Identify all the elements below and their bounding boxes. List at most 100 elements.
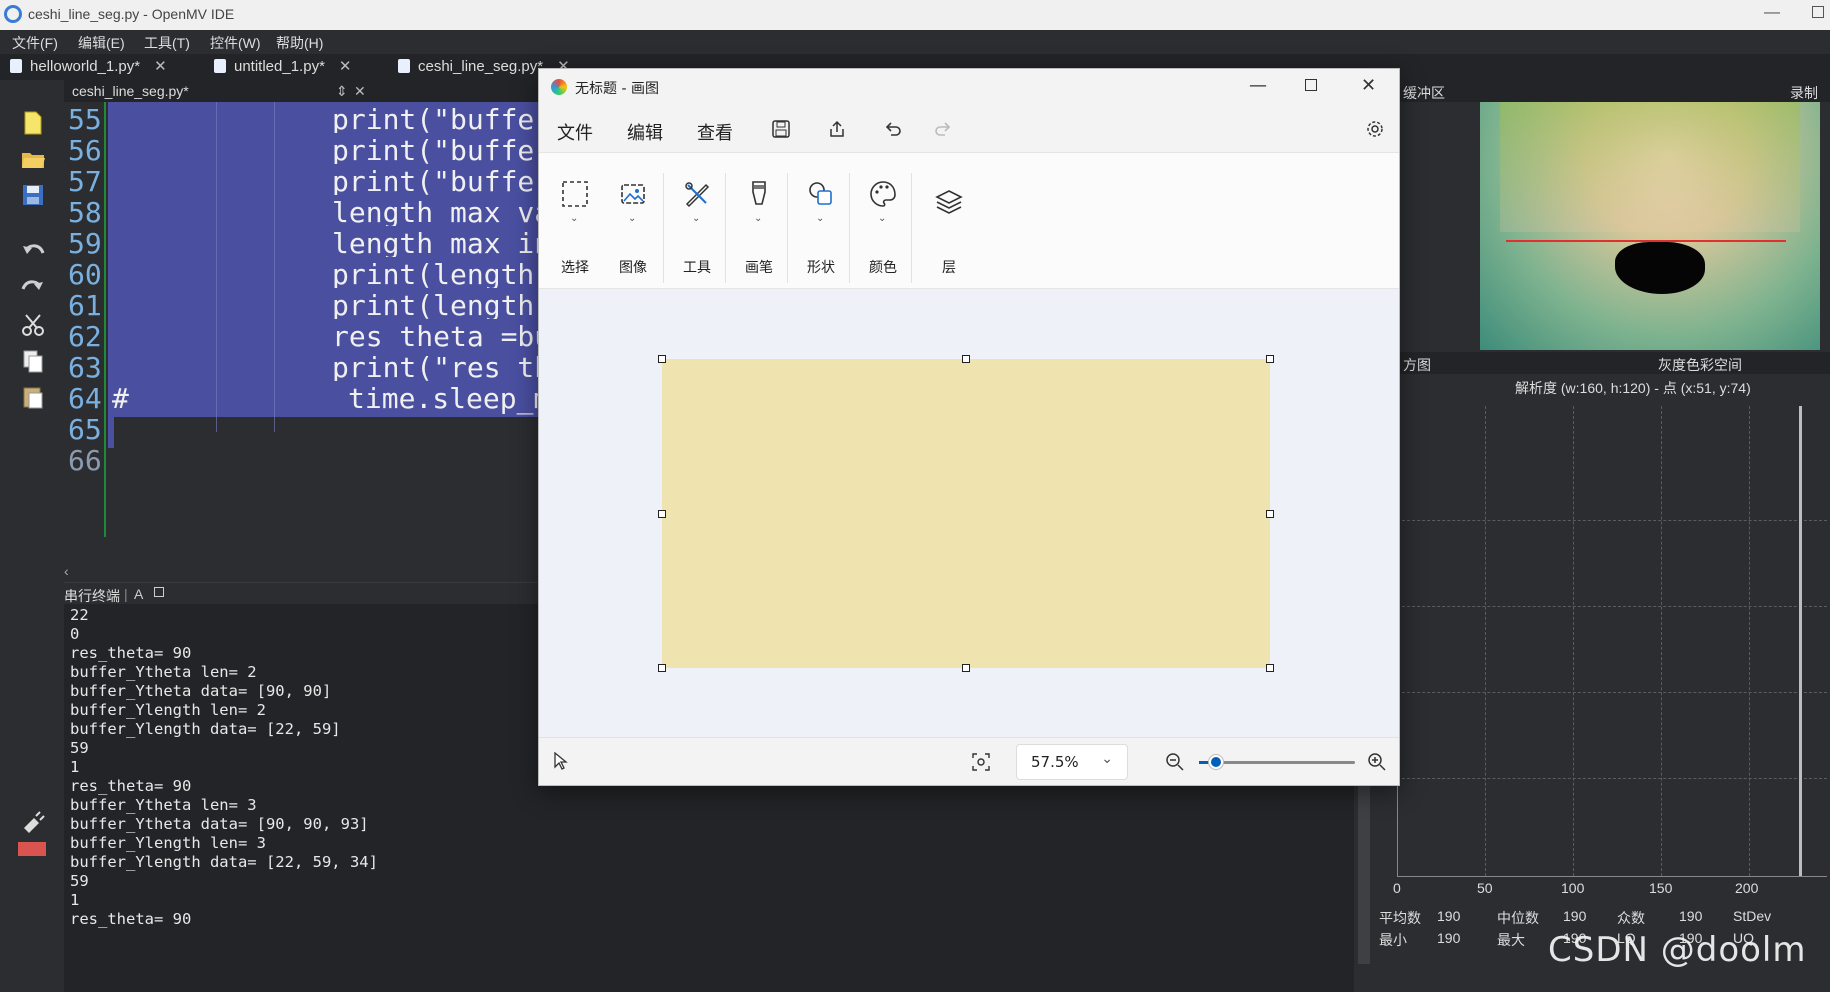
cut-icon[interactable] <box>20 312 46 338</box>
chevron-down-icon: ⌄ <box>816 213 825 224</box>
framebuffer-label: 缓冲区 <box>1403 85 1445 101</box>
paint-status-bar: 57.5% ⌄ <box>539 737 1399 785</box>
stat-stdev-label: StDev <box>1733 908 1772 924</box>
menu-help[interactable]: 帮助(H) <box>276 33 323 53</box>
right-panel: 缓冲区 录制 方图 灰度色彩空间 解析度 (w:160, h:120) - 点 … <box>1373 80 1830 992</box>
settings-gear-icon[interactable] <box>1365 119 1385 139</box>
share-icon[interactable] <box>827 119 847 139</box>
x-tick: 100 <box>1561 880 1585 896</box>
maximize-icon[interactable] <box>1812 6 1824 18</box>
save-icon[interactable] <box>771 119 791 139</box>
zoom-slider-handle[interactable] <box>1209 755 1223 769</box>
select-icon <box>562 181 588 207</box>
code-editor[interactable]: 55 print("buffer_ 56 print("buffer_ 57 prin… <box>64 102 568 562</box>
save-icon[interactable] <box>20 182 46 208</box>
chevron-down-icon: ⌄ <box>1101 751 1113 767</box>
chevron-down-icon: ⌄ <box>878 213 887 224</box>
zoom-in-icon[interactable] <box>1367 752 1387 772</box>
tab-untitled[interactable]: untitled_1.py* ✕ <box>214 57 351 79</box>
indent-guide <box>274 102 275 432</box>
histogram-x-axis <box>1397 876 1827 877</box>
open-folder-icon[interactable] <box>20 146 46 172</box>
histogram-chart <box>1397 406 1827 876</box>
menu-edit[interactable]: 编辑(E) <box>78 33 125 53</box>
terminal-line: buffer_Ylength data= [22, 59] <box>70 720 341 738</box>
paint-logo-icon <box>551 79 567 95</box>
tab-helloworld[interactable]: helloworld_1.py* ✕ <box>10 57 167 79</box>
x-tick: 50 <box>1477 880 1493 896</box>
record-button[interactable]: 录制 <box>1790 83 1818 103</box>
connect-icon[interactable] <box>20 810 46 836</box>
editor-horizontal-scrollbar[interactable]: ‹ <box>64 562 544 580</box>
paint-menu-file[interactable]: 文件 <box>557 119 593 145</box>
left-toolbar <box>0 80 64 992</box>
resize-handle[interactable] <box>658 510 666 518</box>
ribbon-label: 图像 <box>619 260 647 276</box>
paint-canvas[interactable] <box>662 359 1270 668</box>
colorspace-select[interactable]: 灰度色彩空间 <box>1658 355 1742 375</box>
resize-handle[interactable] <box>658 664 666 672</box>
stat-max-label: 最大 <box>1497 932 1525 948</box>
resize-handle[interactable] <box>1266 355 1274 363</box>
openmv-logo-icon <box>4 5 22 23</box>
save-log-icon[interactable] <box>154 587 164 597</box>
font-size-icon[interactable]: A <box>134 586 143 602</box>
maximize-icon[interactable] <box>1305 79 1317 91</box>
undo-icon[interactable] <box>20 238 46 264</box>
binary-blob <box>1615 242 1705 294</box>
paste-icon[interactable] <box>20 384 46 410</box>
chevron-down-icon: ⌄ <box>570 213 579 224</box>
cursor-icon <box>554 752 568 770</box>
minimize-icon[interactable]: — <box>1764 4 1780 22</box>
zoom-select[interactable]: 57.5% ⌄ <box>1016 744 1128 780</box>
ribbon-colors[interactable]: ⌄ 颜色 <box>847 153 919 289</box>
resize-handle[interactable] <box>658 355 666 363</box>
terminal-line: buffer_Ylength data= [22, 59, 34] <box>70 853 378 871</box>
ribbon-image[interactable]: ⌄ 图像 <box>597 153 669 289</box>
menu-widgets[interactable]: 控件(W) <box>210 33 261 53</box>
resize-handle[interactable] <box>1266 510 1274 518</box>
ribbon-layers[interactable]: 层 <box>913 153 985 289</box>
resize-handle[interactable] <box>1266 664 1274 672</box>
menu-file[interactable]: 文件(F) <box>12 33 58 53</box>
new-file-icon[interactable] <box>20 110 46 136</box>
paint-menu-edit[interactable]: 编辑 <box>627 119 663 145</box>
serial-terminal-label: 串行终端 <box>64 588 120 604</box>
stat-min-label: 最小 <box>1379 932 1407 948</box>
stat-min: 190 <box>1437 930 1461 946</box>
close-icon[interactable]: ✕ <box>154 58 167 75</box>
fit-to-window-icon[interactable] <box>971 752 991 772</box>
histogram-label: 方图 <box>1403 357 1431 373</box>
tools-icon <box>685 182 710 208</box>
undo-icon[interactable] <box>883 119 903 139</box>
ribbon-label: 层 <box>942 260 956 276</box>
tab-label: ceshi_line_seg.py* <box>418 58 544 75</box>
stop-icon[interactable] <box>18 842 46 856</box>
zoom-out-icon[interactable] <box>1165 752 1185 772</box>
redo-icon[interactable] <box>933 119 953 139</box>
close-icon[interactable]: ✕ <box>354 83 366 100</box>
paint-menu-view[interactable]: 查看 <box>697 119 733 145</box>
menu-tools[interactable]: 工具(T) <box>144 33 190 53</box>
layers-icon <box>935 190 963 214</box>
scrollbar-thumb[interactable] <box>1358 784 1370 964</box>
copy-icon[interactable] <box>20 348 46 374</box>
minimize-icon[interactable]: — <box>1249 75 1267 96</box>
file-switch-icon[interactable]: ⇕ <box>336 83 348 100</box>
close-icon[interactable]: ✕ <box>1361 75 1376 96</box>
framebuffer-header: 缓冲区 录制 <box>1373 80 1830 102</box>
shapes-icon <box>809 182 832 205</box>
brush-icon <box>752 181 766 205</box>
resize-handle[interactable] <box>962 664 970 672</box>
paint-canvas-area[interactable] <box>539 289 1399 737</box>
histogram-header: 方图 灰度色彩空间 <box>1373 352 1830 374</box>
redo-icon[interactable] <box>20 274 46 300</box>
code-line: 66 <box>68 444 102 477</box>
close-icon[interactable]: ✕ <box>339 58 352 75</box>
stat-mean-label: 平均数 <box>1379 910 1421 926</box>
framebuffer-image <box>1480 102 1820 350</box>
ribbon-label: 颜色 <box>869 260 897 276</box>
window-title: ceshi_line_seg.py - OpenMV IDE <box>28 6 235 22</box>
resize-handle[interactable] <box>962 355 970 363</box>
python-file-icon <box>10 59 22 73</box>
